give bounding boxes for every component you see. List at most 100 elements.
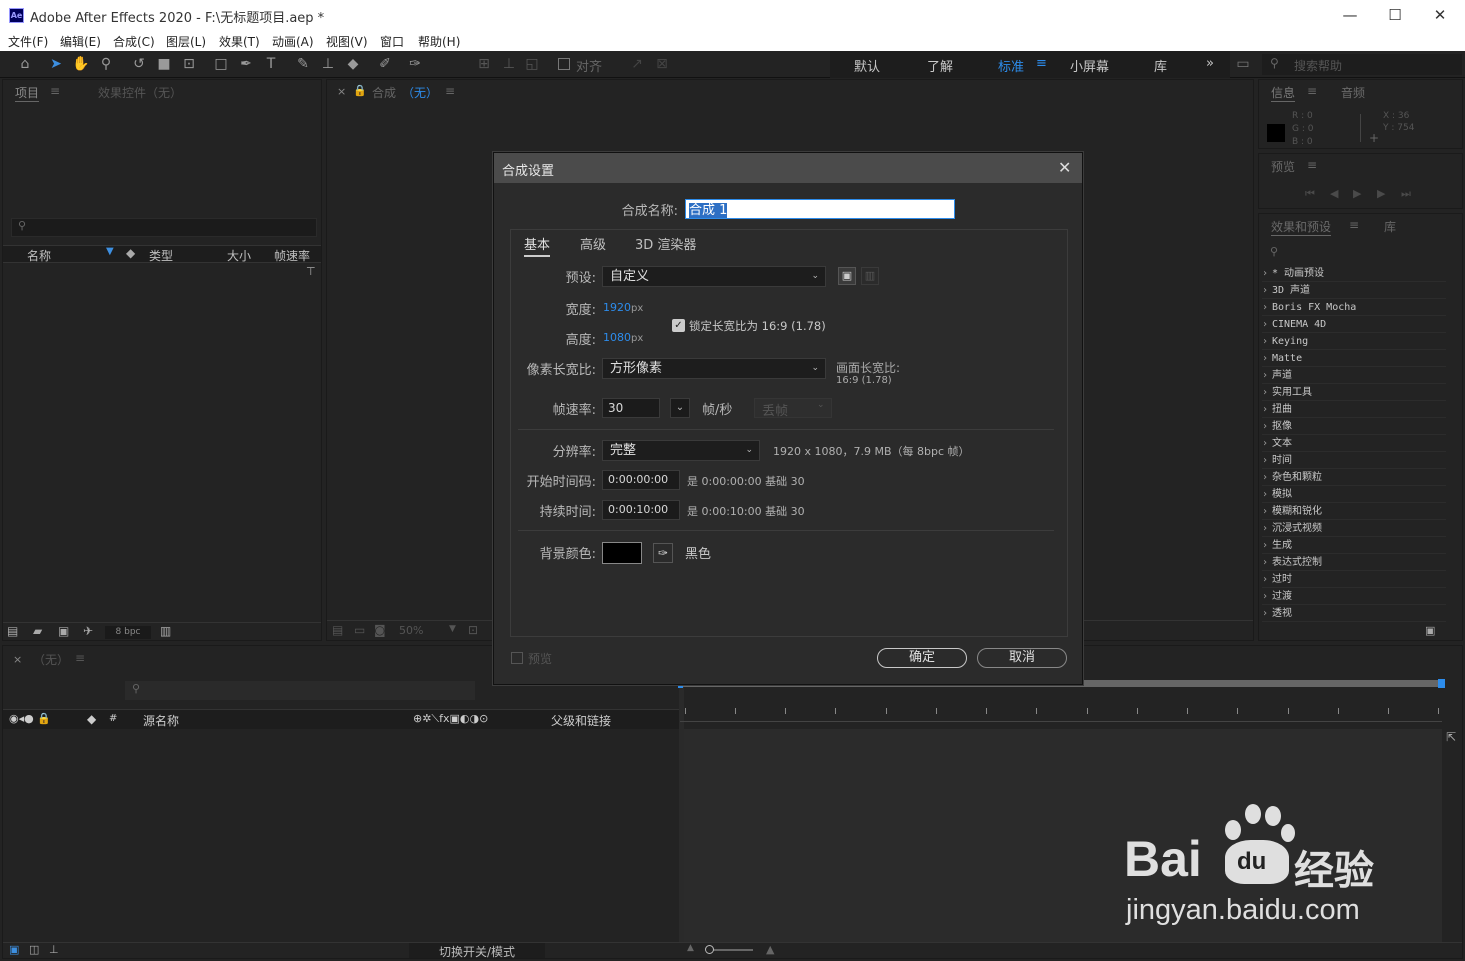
layer-switches-icon[interactable]: ⊕✲⟍fx▣◐◑⊙: [413, 712, 488, 726]
view-axis-icon[interactable]: ◱: [523, 55, 541, 73]
brush-tool-icon[interactable]: ✎: [294, 55, 312, 73]
workspace-small-screen[interactable]: 小屏幕: [1070, 56, 1109, 75]
camera-tool-icon[interactable]: ■: [155, 55, 173, 73]
timeline-options-icon[interactable]: ⊥: [49, 943, 59, 956]
zoom-out-icon[interactable]: ▲: [687, 943, 694, 953]
rotate-tool-icon[interactable]: ↺: [130, 55, 148, 73]
zoom-dropdown[interactable]: 50%: [399, 624, 423, 637]
effect-category[interactable]: › * 动画预设: [1262, 266, 1446, 282]
menu-file[interactable]: 文件(F): [8, 33, 48, 50]
col-fps[interactable]: 帧速率: [274, 247, 310, 264]
col-size[interactable]: 大小: [227, 247, 251, 264]
lock-aspect-checkbox[interactable]: ✓: [672, 319, 685, 332]
help-search-box[interactable]: ⚲ 搜索帮助: [1262, 54, 1462, 75]
timeline-tab-menu-icon[interactable]: ≡: [75, 651, 85, 665]
effect-category[interactable]: › CINEMA 4D: [1262, 317, 1446, 333]
trash-icon[interactable]: ▥: [160, 624, 171, 638]
toggle-switches-modes-button[interactable]: 切换开关/模式: [409, 943, 545, 959]
minimize-button[interactable]: —: [1335, 4, 1365, 26]
tab-advanced[interactable]: 高级: [580, 234, 606, 253]
effect-category[interactable]: › 表达式控制: [1262, 555, 1446, 571]
resolution-dropdown[interactable]: 完整 ⌄: [602, 440, 760, 461]
close-timeline-tab-icon[interactable]: ×: [13, 653, 22, 666]
comp-button-icon[interactable]: ⇱: [1446, 730, 1456, 744]
last-frame-icon[interactable]: ⏭: [1401, 187, 1411, 201]
col-type[interactable]: 类型: [149, 247, 173, 264]
pan-behind-tool-icon[interactable]: ⊡: [180, 55, 198, 73]
effect-category[interactable]: › 沉浸式视频: [1262, 521, 1446, 537]
workspace-library[interactable]: 库: [1154, 56, 1167, 75]
effect-category[interactable]: › 3D 声道: [1262, 283, 1446, 299]
preset-dropdown[interactable]: 自定义 ⌄: [602, 266, 826, 287]
effect-category[interactable]: › 声道: [1262, 368, 1446, 384]
effect-category[interactable]: › 过时: [1262, 572, 1446, 588]
effect-category[interactable]: › 抠像: [1262, 419, 1446, 435]
eraser-tool-icon[interactable]: ◆: [344, 55, 362, 73]
effect-category[interactable]: › Keying: [1262, 334, 1446, 350]
menu-help[interactable]: 帮助(H): [418, 33, 460, 50]
col-name[interactable]: 名称: [27, 247, 51, 264]
tab-effects-presets[interactable]: 效果和预设: [1271, 218, 1332, 236]
menu-composition[interactable]: 合成(C): [113, 33, 155, 50]
menu-effect[interactable]: 效果(T): [219, 33, 260, 50]
timeline-tab[interactable]: （无）: [33, 651, 69, 668]
play-icon[interactable]: ▶: [1353, 187, 1361, 200]
effect-category[interactable]: › 时间: [1262, 453, 1446, 469]
monitor-icon[interactable]: ▭: [354, 623, 365, 637]
col-source-name[interactable]: 源名称: [143, 712, 179, 729]
clone-stamp-tool-icon[interactable]: ⊥: [319, 55, 337, 73]
local-axis-icon[interactable]: ⊞: [475, 55, 493, 73]
work-area-end-handle[interactable]: [1438, 679, 1445, 688]
selection-tool-icon[interactable]: ➤: [47, 55, 65, 73]
comp-name-input[interactable]: 合成 1: [685, 199, 955, 219]
close-comp-tab-icon[interactable]: ×: [337, 85, 346, 98]
effect-category[interactable]: › 模糊和锐化: [1262, 504, 1446, 520]
home-icon[interactable]: ⌂: [16, 55, 34, 73]
tab-info[interactable]: 信息: [1271, 84, 1296, 102]
rectangle-tool-icon[interactable]: □: [212, 55, 230, 73]
effect-category[interactable]: › 过渡: [1262, 589, 1446, 605]
tab-project[interactable]: 项目: [15, 84, 40, 102]
comp-tab-prefix[interactable]: 合成: [372, 84, 396, 101]
effect-category[interactable]: › 实用工具: [1262, 385, 1446, 401]
snap-checkbox[interactable]: [558, 58, 570, 70]
workspace-standard[interactable]: 标准: [998, 56, 1024, 75]
tab-basic[interactable]: 基本: [524, 234, 551, 257]
effect-category[interactable]: › 杂色和颗粒: [1262, 470, 1446, 486]
close-dialog-button[interactable]: ✕: [1058, 158, 1071, 177]
maximize-button[interactable]: ☐: [1380, 4, 1410, 26]
zoom-in-icon[interactable]: ▲: [766, 943, 774, 956]
text-tool-icon[interactable]: T: [262, 55, 280, 73]
workspace-default[interactable]: 默认: [854, 56, 880, 75]
project-search-input[interactable]: ⚲: [11, 218, 317, 237]
preview-menu-icon[interactable]: ≡: [1307, 158, 1317, 172]
render-time-icon[interactable]: ◫: [29, 943, 39, 956]
effects-search-input[interactable]: ⚲: [1263, 244, 1459, 263]
always-preview-icon[interactable]: ▤: [332, 623, 343, 637]
lock-icon[interactable]: 🔒: [353, 84, 367, 97]
project-tab-menu-icon[interactable]: ≡: [50, 84, 60, 98]
bpc-button[interactable]: 8 bpc: [105, 626, 151, 639]
fps-dropdown-icon[interactable]: ⌄: [670, 398, 690, 418]
workspace-more-icon[interactable]: »: [1206, 56, 1214, 71]
menu-edit[interactable]: 编辑(E): [60, 33, 101, 50]
menu-window[interactable]: 窗口: [380, 33, 404, 50]
tab-audio[interactable]: 音频: [1341, 84, 1365, 101]
timeline-search-input[interactable]: ⚲: [125, 681, 475, 700]
tab-3d-renderer[interactable]: 3D 渲染器: [635, 234, 696, 253]
effect-category[interactable]: › 模拟: [1262, 487, 1446, 503]
close-window-button[interactable]: ✕: [1425, 4, 1455, 26]
effect-category[interactable]: › 透视: [1262, 606, 1446, 622]
pixel-aspect-dropdown[interactable]: 方形像素 ⌄: [602, 358, 826, 379]
new-comp-icon[interactable]: ▣: [58, 624, 69, 638]
menu-layer[interactable]: 图层(L): [166, 33, 206, 50]
tab-effect-controls[interactable]: 效果控件（无）: [98, 84, 182, 101]
roto-brush-tool-icon[interactable]: ✐: [376, 55, 394, 73]
tab-library[interactable]: 库: [1384, 218, 1396, 235]
col-parent-link[interactable]: 父级和链接: [551, 712, 611, 729]
effect-category[interactable]: › Boris FX Mocha: [1262, 300, 1446, 316]
info-tab-menu-icon[interactable]: ≡: [1307, 84, 1317, 98]
world-axis-icon[interactable]: ⊥: [500, 55, 518, 73]
save-preset-icon[interactable]: ▣: [838, 267, 856, 285]
new-folder-icon[interactable]: ▰: [33, 624, 42, 638]
